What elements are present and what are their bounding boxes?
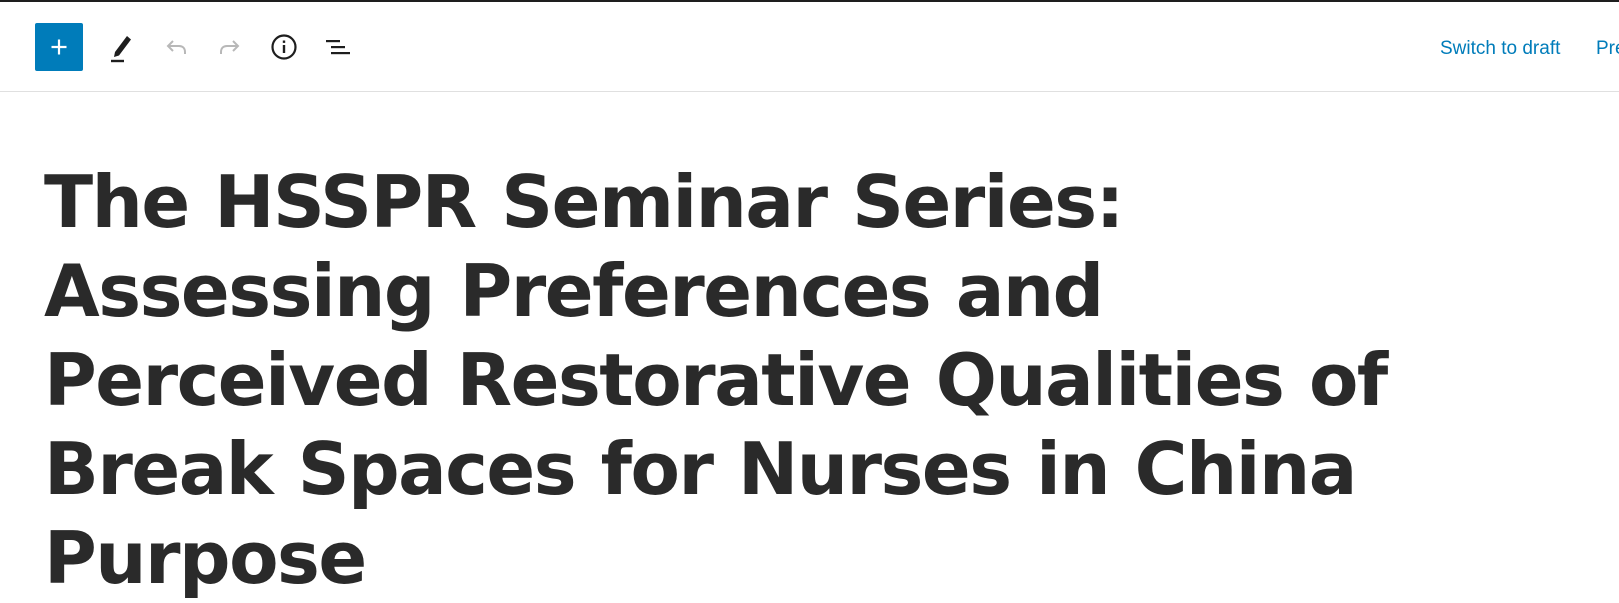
details-button[interactable] xyxy=(266,27,302,67)
list-view-icon xyxy=(326,40,350,55)
switch-to-draft-button[interactable]: Switch to draft xyxy=(1440,38,1560,60)
redo-button[interactable] xyxy=(212,27,248,67)
tools-button[interactable] xyxy=(104,27,140,67)
preview-button[interactable]: Pre xyxy=(1596,38,1619,60)
list-view-button[interactable] xyxy=(320,27,356,67)
block-inserter-button[interactable] xyxy=(35,23,83,71)
plus-icon xyxy=(51,39,67,55)
undo-button[interactable] xyxy=(158,27,194,67)
editor-toolbar: Switch to draft Pre xyxy=(0,2,1619,92)
post-title-block: The HSSPR Seminar Series: Assessing Pref… xyxy=(44,158,1484,603)
undo-icon xyxy=(166,40,186,54)
info-icon xyxy=(271,34,297,60)
post-title[interactable]: The HSSPR Seminar Series: Assessing Pref… xyxy=(44,158,1484,603)
redo-icon xyxy=(220,40,240,54)
pencil-icon xyxy=(111,36,131,63)
